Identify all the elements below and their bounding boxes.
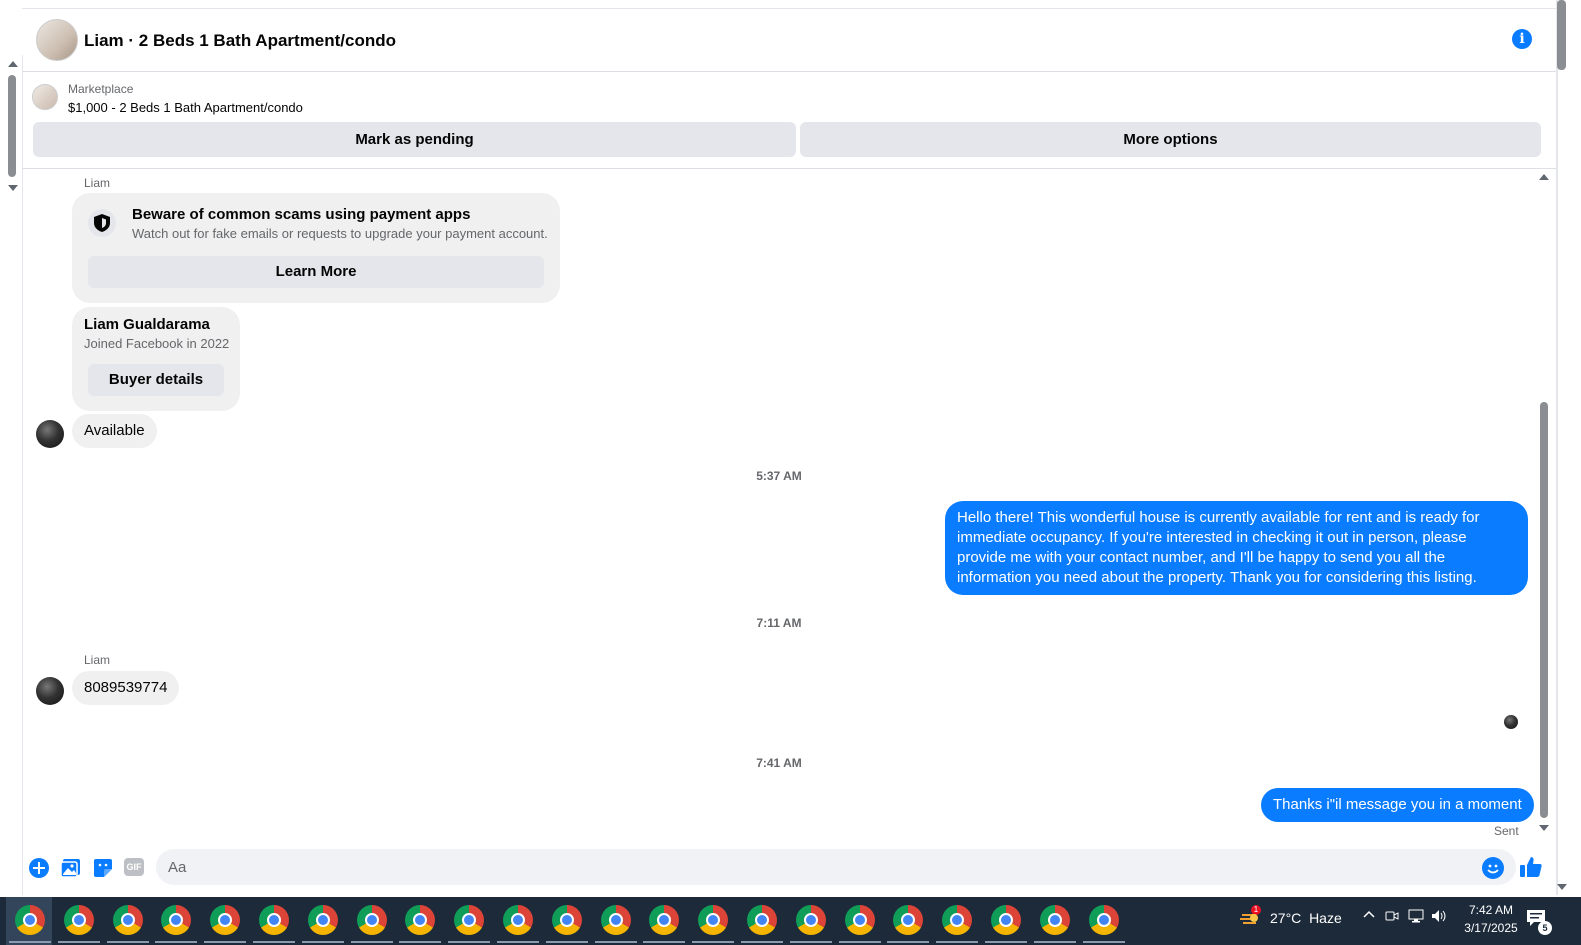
chrome-app-icon[interactable] — [838, 905, 881, 943]
chrome-app-icon[interactable] — [643, 905, 686, 943]
plus-icon[interactable] — [28, 857, 50, 879]
sender-avatar[interactable] — [36, 677, 64, 705]
weather-text[interactable]: 27°C Haze — [1270, 910, 1342, 926]
timestamp: 7:11 AM — [756, 616, 802, 630]
clock[interactable]: 7:42 AM 3/17/2025 — [1448, 901, 1534, 937]
buyer-details-button[interactable]: Buyer details — [88, 364, 224, 396]
chrome-app-icon[interactable] — [448, 905, 491, 943]
listing-thumbnail[interactable] — [32, 84, 58, 110]
sticker-icon[interactable] — [92, 857, 114, 879]
chrome-app-icon[interactable] — [497, 905, 539, 943]
scam-warning-card: Beware of common scams using payment app… — [72, 193, 560, 303]
scroll-down-arrow-icon[interactable] — [8, 185, 18, 191]
weather-condition: Haze — [1309, 910, 1342, 926]
messages-scrollbar[interactable] — [1536, 170, 1552, 835]
buyer-joined: Joined Facebook in 2022 — [84, 336, 230, 351]
chrome-app-icon[interactable] — [350, 905, 393, 943]
scam-warning-text: Watch out for fake emails or requests to… — [132, 226, 548, 241]
message-composer: GIF — [22, 846, 1556, 890]
seen-avatar — [1504, 715, 1518, 729]
shield-icon — [88, 209, 116, 237]
chrome-app-icon[interactable] — [985, 905, 1027, 943]
message-status: Sent — [1494, 824, 1519, 838]
chrome-app-icon[interactable] — [9, 905, 51, 943]
conversation-header: Liam · 2 Beds 1 Bath Apartment/condo i — [22, 9, 1556, 72]
scroll-down-arrow-icon[interactable] — [1539, 825, 1549, 831]
chrome-app-icon[interactable] — [545, 905, 588, 943]
scroll-up-arrow-icon[interactable] — [1539, 174, 1549, 180]
outgoing-message-2[interactable]: Thanks i"il message you in a moment — [1261, 788, 1534, 822]
outer-scroll-thumb[interactable] — [8, 75, 16, 177]
sender-name: Liam — [84, 176, 111, 190]
page-scrollbar[interactable] — [1556, 0, 1581, 895]
thumbs-up-icon[interactable] — [1519, 855, 1543, 879]
chrome-app-icon[interactable] — [399, 905, 442, 943]
chrome-app-icon[interactable] — [1033, 905, 1076, 943]
listing-source: Marketplace — [68, 82, 134, 96]
sender-name: Liam — [84, 653, 111, 667]
clock-time: 7:42 AM — [1468, 903, 1514, 917]
more-options-button[interactable]: More options — [800, 122, 1541, 157]
mark-as-pending-button[interactable]: Mark as pending — [33, 122, 796, 157]
message-input[interactable] — [156, 849, 1516, 885]
messages-scroll-thumb[interactable] — [1540, 402, 1548, 818]
chrome-app-icon[interactable] — [741, 905, 783, 943]
chrome-app-icon[interactable] — [1082, 905, 1125, 943]
photo-icon[interactable] — [60, 857, 82, 879]
chrome-app-icon[interactable] — [155, 905, 198, 943]
weather-icon[interactable] — [1240, 909, 1260, 929]
timestamp: 7:41 AM — [756, 756, 802, 770]
emoji-icon[interactable] — [1482, 857, 1504, 879]
volume-icon[interactable] — [1431, 909, 1449, 926]
buyer-card: Liam Gualdarama Joined Facebook in 2022 … — [72, 307, 240, 411]
clock-date: 3/17/2025 — [1464, 921, 1518, 935]
chrome-app-icon[interactable] — [936, 905, 979, 943]
chrome-app-icon[interactable] — [789, 905, 832, 943]
chrome-app-icon[interactable] — [57, 905, 100, 943]
chrome-app-icon[interactable] — [692, 905, 735, 943]
page-scroll-track — [1556, 0, 1558, 895]
scroll-down-arrow-icon[interactable] — [1557, 884, 1567, 890]
message-available[interactable]: Available — [72, 414, 157, 448]
listing-price-title[interactable]: $1,000 - 2 Beds 1 Bath Apartment/condo — [68, 100, 303, 115]
chrome-app-icon[interactable] — [106, 905, 149, 943]
timestamp: 5:37 AM — [756, 469, 802, 483]
outgoing-message-1[interactable]: Hello there! This wonderful house is cur… — [945, 501, 1528, 595]
windows-taskbar: 1 27°C Haze 7:42 AM 3/17/2025 5 — [0, 897, 1581, 945]
network-icon[interactable] — [1408, 909, 1424, 926]
temperature: 27°C — [1270, 910, 1302, 926]
sender-avatar[interactable] — [36, 420, 64, 448]
scroll-up-arrow-icon[interactable] — [8, 61, 18, 67]
chrome-app-icon[interactable] — [253, 905, 295, 943]
learn-more-button[interactable]: Learn More — [88, 256, 544, 288]
listing-avatar[interactable] — [36, 19, 78, 61]
chrome-app-icon[interactable] — [594, 905, 637, 943]
chrome-app-icon[interactable] — [887, 905, 930, 943]
page-scroll-thumb[interactable] — [1557, 0, 1566, 70]
chevron-up-icon[interactable] — [1362, 908, 1376, 925]
chrome-app-icon[interactable] — [204, 905, 247, 943]
gif-icon[interactable]: GIF — [124, 858, 144, 876]
info-icon[interactable]: i — [1512, 29, 1532, 49]
chrome-app-icon[interactable] — [301, 905, 344, 943]
message-phone[interactable]: 8089539774 — [72, 671, 180, 705]
outer-scrollbar[interactable] — [0, 55, 23, 895]
scam-warning-title: Beware of common scams using payment app… — [132, 206, 471, 223]
meet-now-icon[interactable] — [1385, 909, 1399, 926]
listing-bar: Marketplace $1,000 - 2 Beds 1 Bath Apart… — [22, 72, 1556, 169]
notification-count-badge: 5 — [1538, 921, 1552, 935]
buyer-name: Liam Gualdarama — [84, 316, 210, 333]
conversation-title[interactable]: Liam · 2 Beds 1 Bath Apartment/condo — [84, 31, 396, 51]
